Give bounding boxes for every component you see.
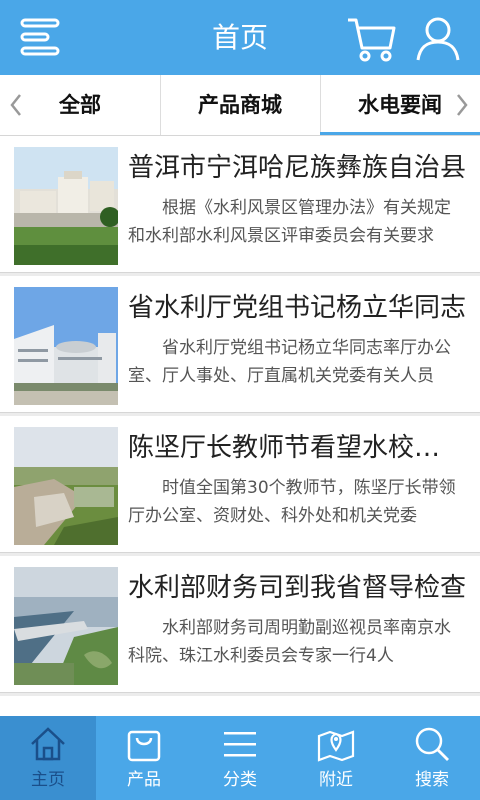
nav-search[interactable]: 搜索	[384, 716, 480, 800]
tab-all[interactable]: 全部	[0, 75, 161, 135]
page-title: 首页	[211, 21, 268, 54]
list-item[interactable]: 普洱市宁洱哈尼族彝族自治县 根据《水利风景区管理办法》有关规定和水利部水利风景区…	[0, 136, 480, 273]
news-summary: 省水利厅党组书记杨立华同志率厅办公室、厅人事处、厅直属机关党委有关人员	[128, 338, 451, 386]
news-summary: 水利部财务司周明勤副巡视员率南京水科院、珠江水利委员会专家一行4人	[128, 618, 451, 666]
map-icon	[316, 724, 356, 764]
cart-icon[interactable]	[344, 10, 400, 66]
news-thumbnail	[14, 427, 118, 545]
list-item[interactable]: 水利部财务司到我省督导检查 水利部财务司周明勤副巡视员率南京水科院、珠江水利委员…	[0, 556, 480, 693]
list-item[interactable]: 省水利厅党组书记杨立华同志 省水利厅党组书记杨立华同志率厅办公室、厅人事处、厅直…	[0, 276, 480, 413]
nav-categories-label: 分类	[223, 770, 257, 790]
news-title: 普洱市宁洱哈尼族彝族自治县	[128, 153, 466, 183]
tab-product-mall[interactable]: 产品商城	[160, 75, 321, 135]
nav-nearby-label: 附近	[319, 770, 353, 790]
news-title: 陈坚厅长教师节看望水校教职工	[128, 433, 466, 463]
nav-products[interactable]: 产品	[96, 716, 192, 800]
news-thumbnail	[14, 287, 118, 405]
list-icon	[220, 724, 260, 764]
bottom-nav: 主页 产品 分类 附近 搜索	[0, 716, 480, 800]
news-title: 水利部财务司到我省督导检查	[128, 573, 466, 603]
nav-search-label: 搜索	[415, 770, 449, 790]
top-bar: 首页	[0, 0, 480, 75]
home-icon	[28, 724, 68, 764]
search-icon	[412, 724, 452, 764]
nav-home[interactable]: 主页	[0, 716, 96, 800]
news-summary: 时值全国第30个教师节，陈坚厅长带领厅办公室、资财处、科外处和机关党委	[128, 478, 456, 526]
list-item[interactable]: 陈坚厅长教师节看望水校教职工 时值全国第30个教师节，陈坚厅长带领厅办公室、资财…	[0, 416, 480, 553]
nav-nearby[interactable]: 附近	[288, 716, 384, 800]
nav-products-label: 产品	[127, 770, 161, 790]
news-thumbnail	[14, 147, 118, 265]
bag-icon	[124, 724, 164, 764]
category-tabs: 全部 产品商城 水电要闻	[0, 75, 480, 136]
user-icon[interactable]	[410, 10, 466, 66]
news-title: 省水利厅党组书记杨立华同志	[128, 293, 466, 323]
news-summary: 根据《水利风景区管理办法》有关规定和水利部水利风景区评审委员会有关要求	[128, 198, 451, 246]
nav-home-label: 主页	[31, 770, 65, 790]
news-thumbnail	[14, 567, 118, 685]
nav-categories[interactable]: 分类	[192, 716, 288, 800]
chevron-right-icon[interactable]	[454, 93, 470, 117]
